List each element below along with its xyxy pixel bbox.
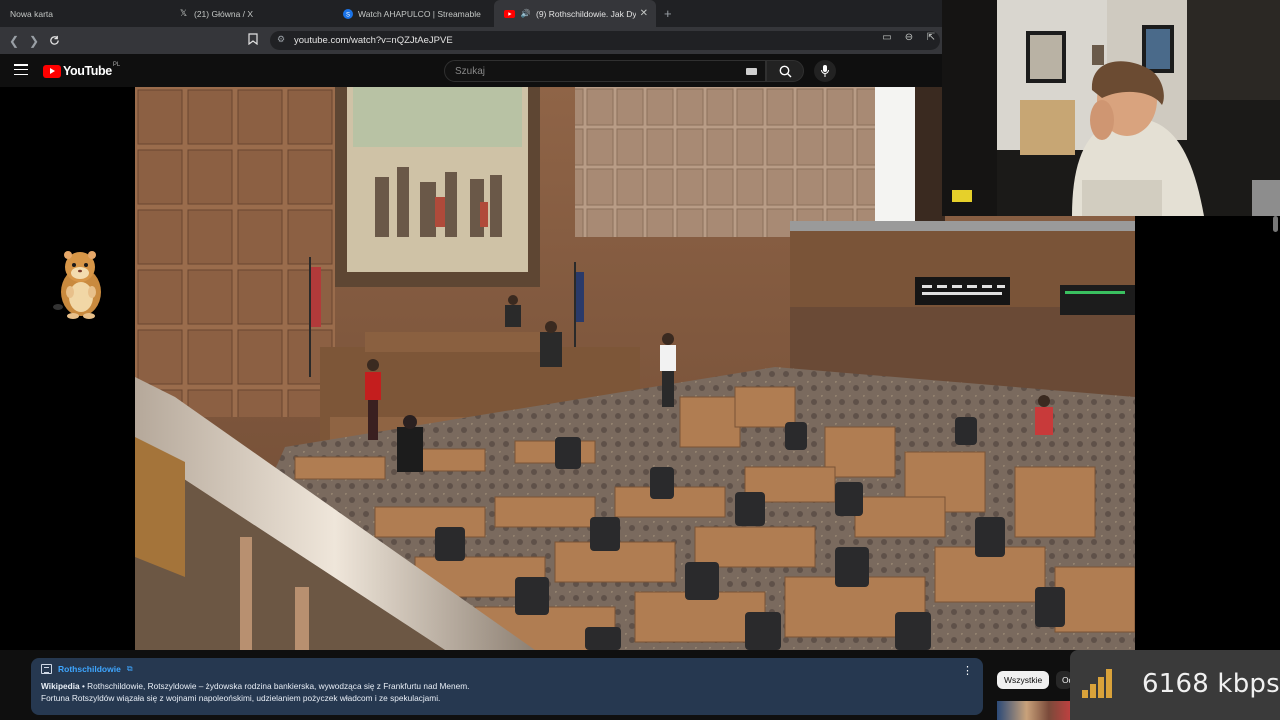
cast-icon[interactable]: ▭ — [880, 32, 894, 43]
streamable-icon: S — [342, 8, 353, 19]
url-text: youtube.com/watch?v=nQZJtAeJPVE — [294, 35, 453, 46]
tab-label: (9) Rothschildowie. Jak Dynas — [536, 8, 636, 19]
hamster-sticker — [53, 251, 101, 319]
speaker-icon[interactable]: 🔊 — [520, 8, 531, 19]
search-input[interactable] — [455, 65, 735, 77]
bitrate-overlay: 6168 kbps — [1070, 650, 1280, 720]
webcam-overlay — [942, 0, 1280, 216]
svg-text:S: S — [345, 12, 349, 18]
info-panel-line1: • Rothschildowie, Rotszyldowie – żydowsk… — [79, 681, 470, 691]
tab-label: Nowa karta — [10, 8, 53, 19]
webcam-feed — [942, 0, 1280, 216]
microphone-icon — [821, 65, 829, 77]
info-panel-title[interactable]: Rothschildowie — [58, 664, 121, 674]
info-panel: Rothschildowie ⧉ Wikipedia • Rothschildo… — [31, 658, 983, 715]
address-bar[interactable]: ⚙ youtube.com/watch?v=nQZJtAeJPVE — [270, 31, 940, 50]
info-panel-source[interactable]: Wikipedia — [41, 681, 80, 691]
youtube-play-icon — [43, 64, 61, 78]
bookmark-icon[interactable] — [248, 32, 258, 50]
new-tab-button[interactable]: + — [664, 6, 672, 21]
search-button[interactable] — [766, 60, 804, 82]
signal-bars-icon — [1082, 669, 1112, 698]
chip-all[interactable]: Wszystkie — [997, 671, 1050, 689]
search-box — [444, 60, 766, 82]
left-overlay-pane — [0, 87, 135, 650]
screen: Nowa karta 𝕏 (21) Główna / X S Watch AHA… — [0, 0, 1280, 720]
tab-x-home[interactable]: 𝕏 (21) Główna / X — [168, 0, 332, 27]
toolbar-actions: ▭ ⊖ ⇱ — [880, 32, 938, 43]
back-icon[interactable]: ❮ — [4, 31, 24, 51]
right-pane — [1135, 216, 1280, 650]
tab-label: (21) Główna / X — [194, 8, 254, 19]
info-panel-header: Rothschildowie ⧉ — [41, 664, 973, 674]
info-panel-line2: Fortuna Rotszyldów wiązała się z wojnami… — [41, 693, 441, 703]
tab-youtube-active[interactable]: 🔊 (9) Rothschildowie. Jak Dynas ✕ — [494, 0, 656, 27]
more-options-icon[interactable]: ⋮ — [962, 664, 973, 677]
youtube-logo-text: YouTube — [63, 64, 112, 78]
x-logo-icon: 𝕏 — [179, 8, 188, 18]
article-icon — [41, 664, 52, 674]
youtube-icon — [504, 8, 515, 19]
recommended-thumbnail[interactable] — [997, 701, 1071, 720]
scrollbar-thumb[interactable] — [1273, 216, 1278, 232]
zoom-icon[interactable]: ⊖ — [902, 32, 916, 43]
voice-search-button[interactable] — [814, 60, 836, 82]
youtube-header: YouTube PL — [0, 54, 942, 87]
tab-close-icon[interactable]: ✕ — [640, 8, 648, 19]
tab-label: Watch AHAPULCO | Streamable — [358, 8, 481, 19]
external-link-icon[interactable]: ⧉ — [127, 664, 133, 674]
youtube-logo[interactable]: YouTube PL — [43, 62, 121, 78]
keyboard-icon[interactable] — [746, 68, 757, 75]
share-icon[interactable]: ⇱ — [924, 32, 938, 43]
menu-icon[interactable] — [14, 64, 28, 76]
country-code: PL — [112, 62, 121, 68]
browser-tab-strip: Nowa karta 𝕏 (21) Główna / X S Watch AHA… — [0, 0, 942, 27]
bitrate-value: 6168 kbps — [1142, 669, 1280, 699]
reload-icon[interactable] — [44, 31, 64, 51]
tab-streamable[interactable]: S Watch AHAPULCO | Streamable — [332, 0, 494, 27]
info-panel-text: Wikipedia • Rothschildowie, Rotszyldowie… — [41, 680, 973, 704]
tab-new-tab[interactable]: Nowa karta — [0, 0, 168, 27]
browser-toolbar: ❮ ❯ ⚙ youtube.com/watch?v=nQZJtAeJPVE ▭ … — [0, 27, 942, 54]
forward-icon[interactable]: ❯ — [24, 31, 44, 51]
search-icon — [779, 65, 791, 77]
site-settings-icon[interactable]: ⚙ — [277, 34, 285, 45]
